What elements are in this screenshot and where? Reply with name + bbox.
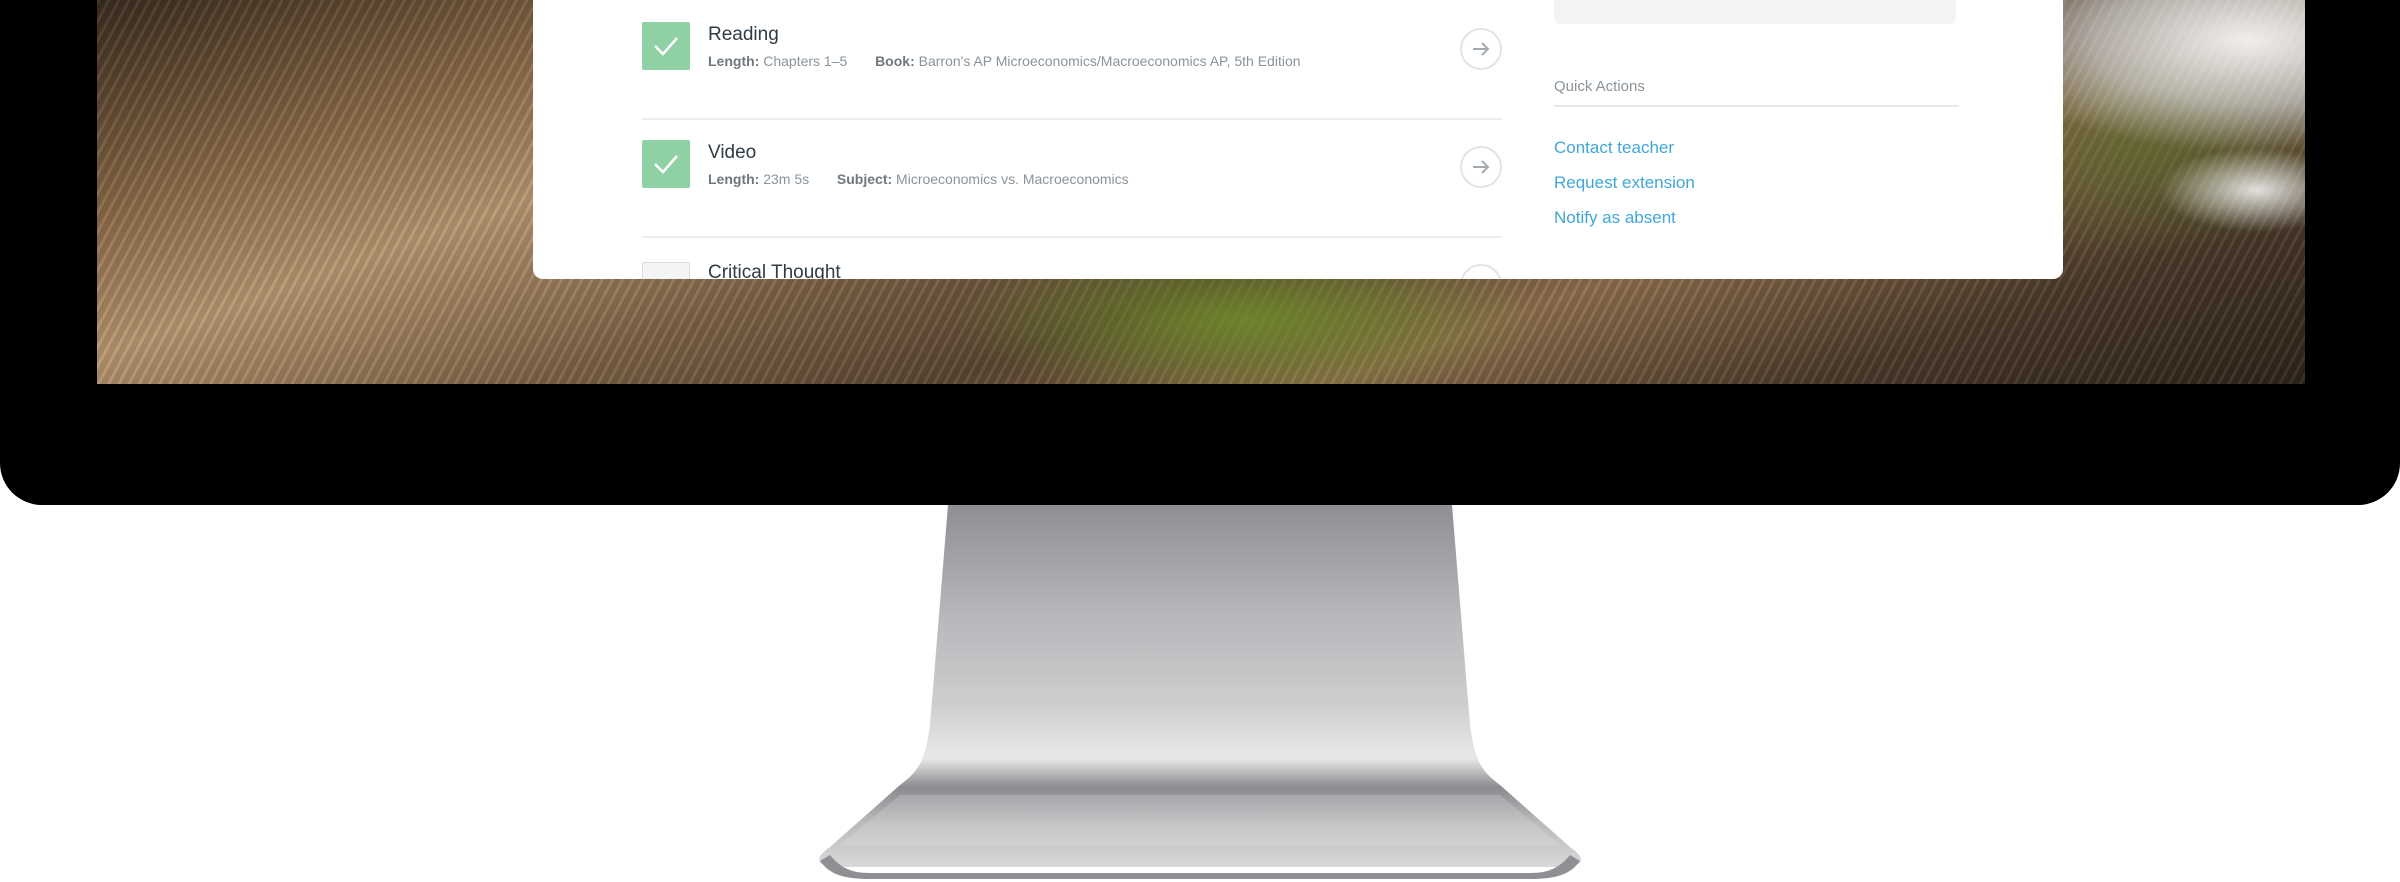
task-video[interactable]: Video Length: 23m 5s Subject: Microecono… [642,118,1502,238]
task-meta: Length: Chapters 1–5 Book: Barron's AP M… [708,53,1301,69]
meta-value: Barron's AP Microeconomics/Macroeconomic… [918,53,1301,69]
arrow-right-icon [1473,42,1490,56]
request-extension-link[interactable]: Request extension [1554,173,1695,193]
task-title: Reading [708,24,779,45]
monitor-bezel: Reading Length: Chapters 1–5 Book: Barro… [0,0,2400,505]
task-critical-thought[interactable]: Critical Thought [642,236,1502,279]
quick-actions-heading: Quick Actions [1554,78,1959,107]
task-meta: Length: 23m 5s Subject: Microeconomics v… [708,171,1129,187]
open-task-button[interactable] [1460,28,1502,70]
checkmark-icon [654,155,678,174]
monitor-stand [819,505,1581,879]
assignment-card: Reading Length: Chapters 1–5 Book: Barro… [533,0,2063,279]
open-task-button[interactable] [1460,146,1502,188]
open-task-button[interactable] [1460,264,1502,279]
task-reading[interactable]: Reading Length: Chapters 1–5 Book: Barro… [642,0,1502,120]
meta-value: 23m 5s [763,171,810,187]
task-title: Video [708,142,757,163]
meta-label: Subject: [836,171,893,187]
meta-value: Microeconomics vs. Macroeconomics [896,171,1129,187]
arrow-right-icon [1473,160,1490,174]
completed-checkbox[interactable] [642,140,690,188]
meta-label: Book: [875,53,915,69]
incomplete-checkbox[interactable] [642,262,690,279]
checkmark-icon [654,37,678,56]
notify-absent-link[interactable]: Notify as absent [1554,208,1676,228]
sidebar-panel [1554,0,1956,24]
task-title: Critical Thought [708,262,841,279]
meta-label: Length: [708,171,760,187]
desktop-wallpaper: Reading Length: Chapters 1–5 Book: Barro… [97,0,2305,384]
meta-value: Chapters 1–5 [763,53,848,69]
contact-teacher-link[interactable]: Contact teacher [1554,138,1674,158]
completed-checkbox[interactable] [642,22,690,70]
meta-label: Length: [708,53,760,69]
